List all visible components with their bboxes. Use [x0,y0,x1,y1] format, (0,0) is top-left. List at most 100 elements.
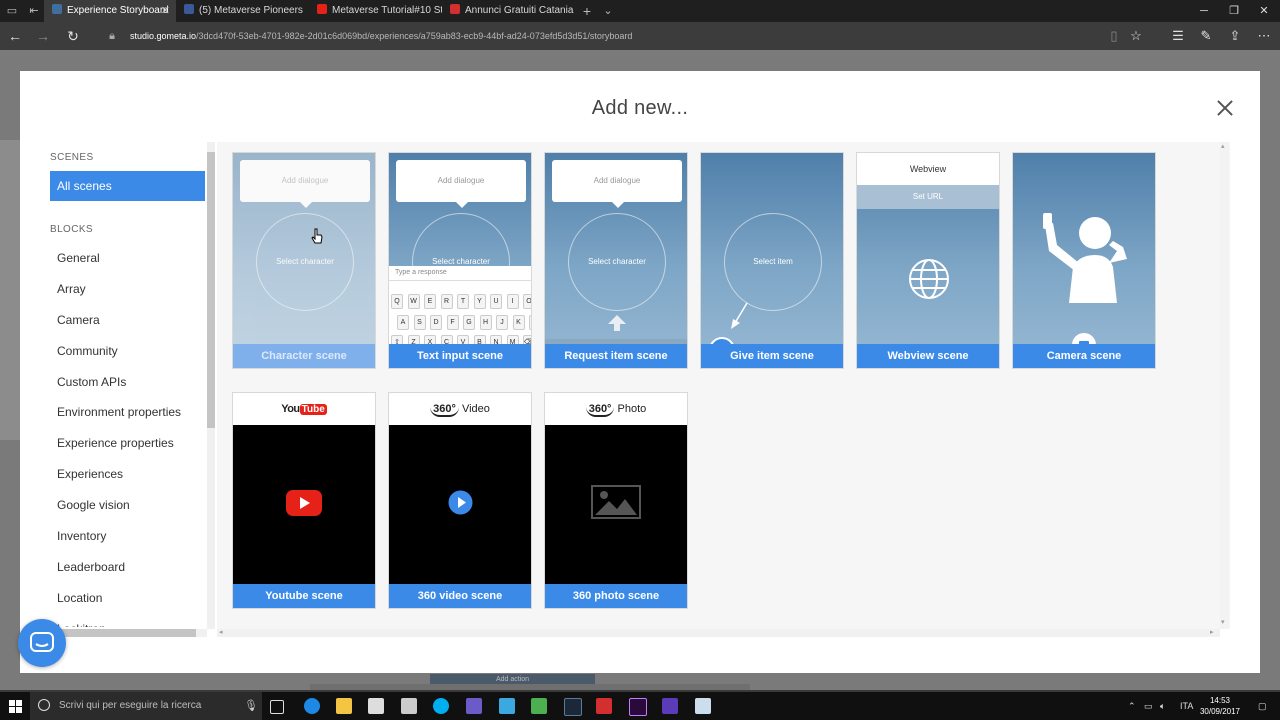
skype-icon[interactable] [433,698,449,714]
favorite-star-icon[interactable]: ☆ [1128,28,1144,44]
youtube-icon [317,4,327,14]
close-icon[interactable] [1213,96,1237,120]
mail-icon[interactable] [401,698,417,714]
sidebar-item-experiences[interactable]: Experiences [50,459,205,490]
scroll-down-icon[interactable]: ▾ [1221,618,1225,626]
scroll-up-icon[interactable]: ▴ [1221,142,1225,150]
selfie-person-icon [1043,213,1127,303]
sidebar-item-inventory[interactable]: Inventory [50,521,205,552]
sidebar-item-camera[interactable]: Camera [50,305,205,336]
sidebar-item-environment-properties[interactable]: Environment properties [50,397,205,428]
sidebar-item-lockitron[interactable]: Lockitron [50,614,205,627]
scene-card-camera[interactable]: Camera scene [1012,152,1156,369]
store-icon[interactable] [368,698,384,714]
file-explorer-icon[interactable] [336,698,352,714]
scrollbar-thumb[interactable] [50,629,196,637]
web-note-icon[interactable]: ✎ [1198,28,1214,44]
scene-card-360-photo[interactable]: 360° Photo 360 photo scene [544,392,688,609]
minimize-icon[interactable]: ─ [1188,0,1220,22]
forward-icon[interactable]: → [35,28,51,44]
language-indicator[interactable]: ITA [1180,699,1193,713]
scene-label: 360 photo scene [545,584,687,608]
key: O [523,294,531,309]
scene-label: 360 video scene [389,584,531,608]
hub-icon[interactable]: ☰ [1170,28,1186,44]
app-icon[interactable] [695,698,711,714]
notifications-icon[interactable]: ▢ [1258,699,1267,713]
premiere-icon[interactable] [629,698,647,716]
window-close-icon[interactable]: ✕ [1248,0,1280,22]
task-view-icon[interactable] [270,700,284,714]
taskbar-search[interactable]: Scrivi qui per eseguire la ricerca 🎙︎ [30,692,262,720]
tab-metaverse-tutorial[interactable]: Metaverse Tutorial#10 Strin [309,0,442,22]
windows-start-icon[interactable] [9,700,22,713]
dialogue-bubble: Add dialogue [396,160,526,208]
sidebar-item-experience-properties[interactable]: Experience properties [50,428,205,459]
sidebar-item-location[interactable]: Location [50,583,205,614]
key: W [407,294,420,309]
back-icon[interactable]: ← [7,28,23,44]
sidebar-item-all-scenes[interactable]: All scenes [50,171,205,201]
sidebar-item-custom-apis[interactable]: Custom APIs [50,367,205,398]
tab-title: Annunci Gratuiti Catania - V [465,5,575,16]
edge-icon[interactable] [304,698,320,714]
tab-close-icon[interactable]: ✕ [161,0,170,22]
scrollbar-thumb[interactable] [207,152,215,428]
scene-card-request-item[interactable]: Add dialogue Select character Request it… [544,152,688,369]
annunci-icon [450,4,460,14]
scene-card-character[interactable]: Add dialogue Select character Character … [232,152,376,369]
app-icon[interactable] [662,698,678,714]
restore-icon[interactable]: ❐ [1218,0,1250,22]
key: L [529,315,531,330]
app-icon[interactable] [499,698,515,714]
key: K [512,315,525,330]
address-bar[interactable]: studio.gometa.io/3dcd470f-53eb-4701-982e… [130,29,632,43]
microphone-icon[interactable]: 🎙︎ [244,699,258,712]
scene-card-360-video[interactable]: 360° Video 360 video scene [388,392,532,609]
tab-annunci-gratuiti[interactable]: Annunci Gratuiti Catania - V [442,0,575,22]
new-tab-icon[interactable]: + [581,4,593,18]
scene-label: Webview scene [857,344,999,368]
sidebar-vertical-scrollbar[interactable] [207,142,215,629]
tray-chevron-icon[interactable]: ⌃ [1128,699,1136,713]
scroll-left-icon[interactable]: ◂ [219,628,223,636]
badge-360-icon: 360° [585,403,615,417]
share-icon[interactable]: ⇪ [1227,28,1243,44]
sidebar-item-google-vision[interactable]: Google vision [50,490,205,521]
app-icon[interactable] [466,698,482,714]
sidebar-item-community[interactable]: Community [50,336,205,367]
app-icon[interactable] [531,698,547,714]
content-horizontal-scrollbar[interactable]: ◂ ▸ [217,629,1220,637]
scene-card-text-input[interactable]: Add dialogue Select character Type a res… [388,152,532,369]
youtube-logo: You Tube [233,393,375,425]
key: A [397,315,409,330]
keyboard-row-2: ASDFGHJKL [397,313,531,330]
sidebar-item-leaderboard[interactable]: Leaderboard [50,552,205,583]
taskbar-clock[interactable]: 14:53 30/09/2017 [1196,695,1244,717]
tab-preview-icon[interactable]: ▭ [6,5,18,17]
scene-card-give-item[interactable]: Select item Give item scene [700,152,844,369]
more-icon[interactable]: ⋯ [1256,28,1272,44]
sidebar-item-general[interactable]: General [50,243,205,274]
tab-metaverse-pioneers[interactable]: (5) Metaverse Pioneers [176,0,309,22]
tab-list-chevron-icon[interactable]: ⌄ [602,5,614,17]
refresh-icon[interactable]: ↻ [65,28,81,44]
hand-cursor-icon [311,228,323,244]
steam-icon[interactable] [564,698,582,716]
character-circle: Select character [256,213,354,311]
chat-launcher-button[interactable] [18,619,66,667]
scene-label: Camera scene [1013,344,1155,368]
content-vertical-scrollbar[interactable]: ▴ ▾ [1220,142,1229,629]
scene-card-youtube[interactable]: You Tube Youtube scene [232,392,376,609]
network-icon[interactable]: ▭ [1144,699,1153,713]
scene-card-webview[interactable]: Webview Set URL Webview scene [856,152,1000,369]
set-aside-tabs-icon[interactable]: ⇤ [28,5,40,17]
scroll-right-icon[interactable]: ▸ [1210,628,1214,636]
volume-icon[interactable]: 🔈︎ [1160,699,1165,713]
app-icon[interactable] [596,698,612,714]
reading-view-icon[interactable]: ▯ [1106,28,1122,44]
tab-experience-storyboard[interactable]: Experience Storyboard ✕ [44,0,176,22]
sidebar-item-array[interactable]: Array [50,274,205,305]
badge-360-icon: 360° [430,403,459,417]
sidebar-horizontal-scrollbar[interactable] [50,629,207,637]
